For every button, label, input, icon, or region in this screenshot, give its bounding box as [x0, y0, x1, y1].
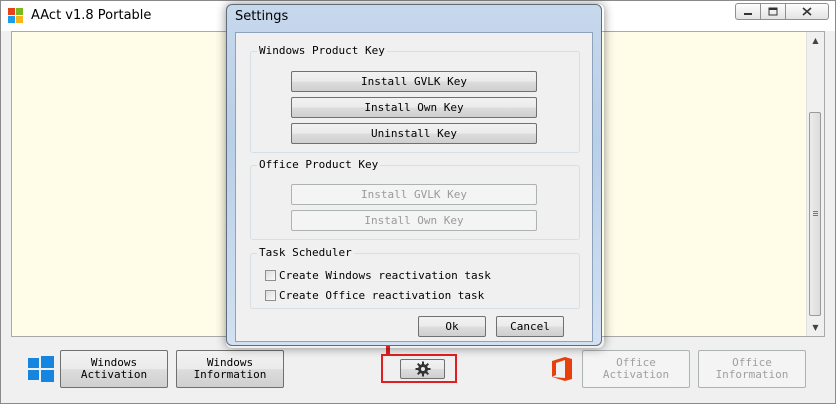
app-title: AAct v1.8 Portable [31, 8, 152, 23]
maximize-button[interactable] [760, 3, 786, 20]
windows-logo-icon [28, 356, 54, 382]
office-activation-button[interactable]: Office Activation [582, 350, 690, 388]
office-task-checkbox-row[interactable]: Create Office reactivation task [265, 287, 484, 303]
windows-install-own-button[interactable]: Install Own Key [291, 97, 537, 118]
ok-button[interactable]: Ok [418, 316, 486, 337]
cancel-button[interactable]: Cancel [496, 316, 564, 337]
office-product-key-group: Office Product Key Install GVLK Key Inst… [250, 158, 580, 240]
windows-install-gvlk-button[interactable]: Install GVLK Key [291, 71, 537, 92]
office-task-checkbox[interactable] [265, 289, 276, 301]
group-label: Office Product Key [257, 158, 381, 171]
windows-information-button[interactable]: Windows Information [176, 350, 284, 388]
group-label: Task Scheduler [257, 246, 354, 259]
windows-task-checkbox-row[interactable]: Create Windows reactivation task [265, 267, 491, 283]
dialog-title: Settings [235, 9, 289, 24]
windows-task-label: Create Windows reactivation task [279, 268, 491, 282]
minimize-icon [744, 12, 752, 15]
windows-product-key-group: Windows Product Key Install GVLK Key Ins… [250, 44, 580, 153]
windows-task-checkbox[interactable] [265, 269, 276, 281]
window-controls [735, 3, 829, 21]
settings-button[interactable] [400, 359, 445, 379]
gear-icon [415, 361, 430, 377]
task-scheduler-group: Task Scheduler Create Windows reactivati… [250, 246, 580, 309]
scroll-down-arrow[interactable]: ▼ [807, 319, 824, 336]
group-label: Windows Product Key [257, 44, 387, 57]
minimize-button[interactable] [735, 3, 761, 20]
settings-dialog: Settings Windows Product Key Install GVL… [226, 4, 602, 346]
office-task-label: Create Office reactivation task [279, 288, 485, 302]
scroll-up-arrow[interactable]: ▲ [807, 32, 824, 49]
office-install-gvlk-button[interactable]: Install GVLK Key [291, 184, 537, 205]
windows-activation-button[interactable]: Windows Activation [60, 350, 168, 388]
close-icon [802, 7, 812, 16]
app-icon [8, 8, 24, 24]
office-logo-icon [552, 357, 572, 381]
maximize-icon [768, 7, 778, 16]
office-information-button[interactable]: Office Information [698, 350, 806, 388]
log-scrollbar[interactable]: ▲ ▼ [806, 32, 824, 336]
dialog-content: Windows Product Key Install GVLK Key Ins… [235, 32, 593, 342]
windows-uninstall-button[interactable]: Uninstall Key [291, 123, 537, 144]
scroll-thumb[interactable] [809, 112, 821, 316]
office-install-own-button[interactable]: Install Own Key [291, 210, 537, 231]
close-button[interactable] [785, 3, 829, 20]
